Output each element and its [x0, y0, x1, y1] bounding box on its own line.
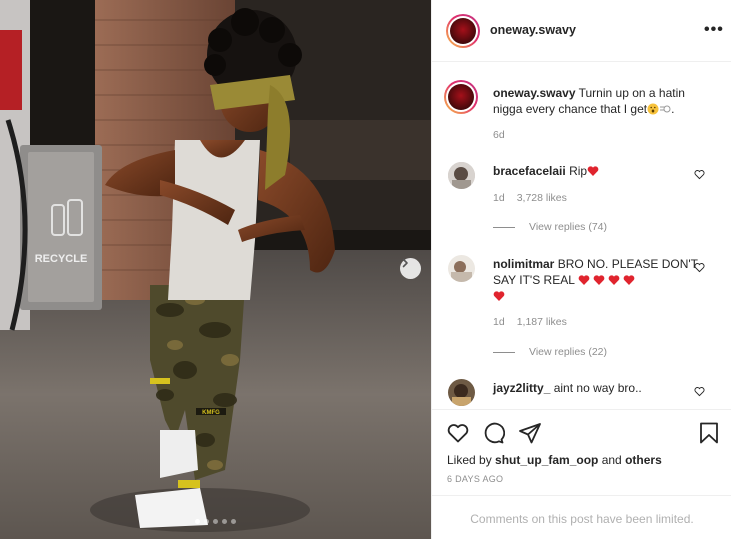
- heart-icon[interactable]: [446, 421, 470, 445]
- comment-icon[interactable]: [481, 421, 505, 445]
- comment-username[interactable]: nolimitmar: [493, 257, 554, 271]
- comment-body: Rip: [569, 164, 588, 178]
- view-replies-button[interactable]: View replies (22): [493, 346, 607, 358]
- liked-by: Liked by shut_up_fam_oop and others: [447, 453, 662, 467]
- view-replies-label: View replies (74): [529, 221, 608, 233]
- liked-by-mid: and: [598, 453, 626, 467]
- comments-limited-notice: Comments on this post have been limited.: [432, 495, 731, 541]
- recycle-label: RECYCLE: [35, 253, 88, 265]
- post-side-panel: oneway.swavy ••• oneway.swavy Turnin up …: [431, 0, 731, 539]
- liked-by-user[interactable]: shut_up_fam_oop: [495, 453, 598, 467]
- comments-list[interactable]: oneway.swavy Turnin up on a hatin nigga …: [432, 62, 731, 409]
- comment-avatar[interactable]: [448, 162, 475, 189]
- comment-avatar[interactable]: [448, 379, 475, 406]
- view-replies-button[interactable]: View replies (74): [493, 221, 607, 233]
- comment-body: aint no way bro..: [553, 381, 642, 395]
- red-heart-emoji-icon: [593, 275, 605, 285]
- caption-age[interactable]: 6d: [493, 129, 505, 141]
- post-date[interactable]: 6 DAYS AGO: [447, 474, 503, 484]
- bookmark-icon[interactable]: [697, 421, 721, 445]
- chevron-right-icon: [402, 258, 408, 268]
- caption-username[interactable]: oneway.swavy: [493, 86, 576, 100]
- caption-meta: 6d: [493, 129, 505, 141]
- comment-text: bracefacelaii Rip: [493, 163, 705, 179]
- share-icon[interactable]: [518, 421, 542, 445]
- post-photo[interactable]: RECYCLE KMFG: [0, 0, 431, 539]
- comment-username[interactable]: bracefacelaii: [493, 164, 566, 178]
- carousel-dot: [222, 519, 227, 524]
- comments-limited-text: Comments on this post have been limited.: [470, 511, 694, 526]
- post-author-username[interactable]: oneway.swavy: [490, 23, 576, 37]
- carousel-indicator: [195, 519, 236, 524]
- comment-likes[interactable]: 1,187 likes: [517, 316, 567, 328]
- caption: oneway.swavy Turnin up on a hatin nigga …: [493, 86, 685, 116]
- post-actions: Liked by shut_up_fam_oop and others 6 DA…: [432, 409, 731, 540]
- red-heart-emoji-icon: [623, 275, 635, 285]
- carousel-dot: [231, 519, 236, 524]
- red-heart-emoji-icon: [578, 275, 590, 285]
- carousel-dot: [204, 519, 209, 524]
- comment-meta: 1d 1,187 likes: [493, 316, 567, 328]
- dash-emoji-icon: [660, 105, 671, 113]
- pants-label: KMFG: [202, 410, 220, 416]
- view-replies-label: View replies (22): [529, 346, 608, 358]
- avatar[interactable]: [446, 14, 480, 48]
- like-comment-heart-icon[interactable]: [694, 262, 705, 273]
- comment-age[interactable]: 1d: [493, 192, 505, 204]
- post-header: oneway.swavy •••: [432, 0, 731, 62]
- carousel-dot: [213, 519, 218, 524]
- comment-age[interactable]: 1d: [493, 316, 505, 328]
- more-options-button[interactable]: •••: [704, 22, 724, 38]
- caption-avatar[interactable]: [444, 80, 478, 114]
- liked-by-prefix: Liked by: [447, 453, 496, 467]
- post-photo-image: RECYCLE KMFG: [0, 0, 431, 539]
- comment-meta: 1d 3,728 likes: [493, 192, 567, 204]
- red-heart-emoji-icon: [608, 275, 620, 285]
- comment-likes[interactable]: 3,728 likes: [517, 192, 567, 204]
- instagram-post-view: RECYCLE KMFG oneway.swavy ••• oneway.swa…: [0, 0, 731, 539]
- comment-avatar[interactable]: [448, 255, 475, 282]
- next-photo-button[interactable]: [400, 258, 421, 279]
- like-comment-heart-icon[interactable]: [694, 169, 705, 180]
- red-heart-emoji-icon: [493, 291, 505, 301]
- red-heart-emoji-icon: [587, 166, 599, 176]
- comment-text: nolimitmar BRO NO. PLEASE DON'T SAY IT'S…: [493, 256, 705, 304]
- liked-by-others[interactable]: others: [625, 453, 662, 467]
- like-comment-heart-icon[interactable]: [694, 386, 705, 397]
- more-icon: •••: [704, 21, 724, 38]
- astonished-emoji-icon: [647, 103, 659, 115]
- comment-username[interactable]: jayz2litty_: [493, 381, 550, 395]
- comment-text: jayz2litty_ aint no way bro..: [493, 380, 705, 396]
- carousel-dot: [195, 519, 200, 524]
